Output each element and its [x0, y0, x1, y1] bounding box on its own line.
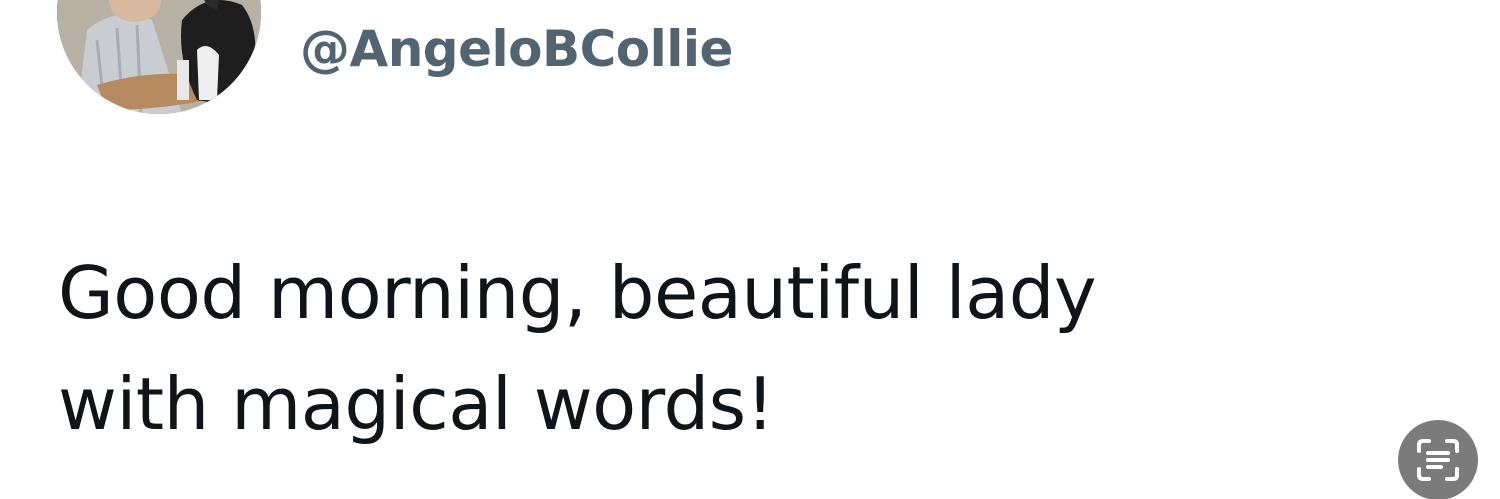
avatar-photo-icon	[57, 0, 261, 114]
avatar[interactable]	[57, 0, 261, 114]
tweet-card: @AngeloBCollie Good morning, beautiful l…	[0, 0, 1500, 499]
tweet-text-line: Good morning, beautiful lady	[58, 251, 1097, 335]
user-handle[interactable]: @AngeloBCollie	[300, 20, 733, 78]
tweet-text: Good morning, beautiful lady with magica…	[58, 238, 1438, 460]
tweet-text-line: with magical words!	[58, 362, 775, 446]
live-text-scan-icon	[1417, 439, 1459, 481]
live-text-button[interactable]	[1398, 420, 1478, 499]
